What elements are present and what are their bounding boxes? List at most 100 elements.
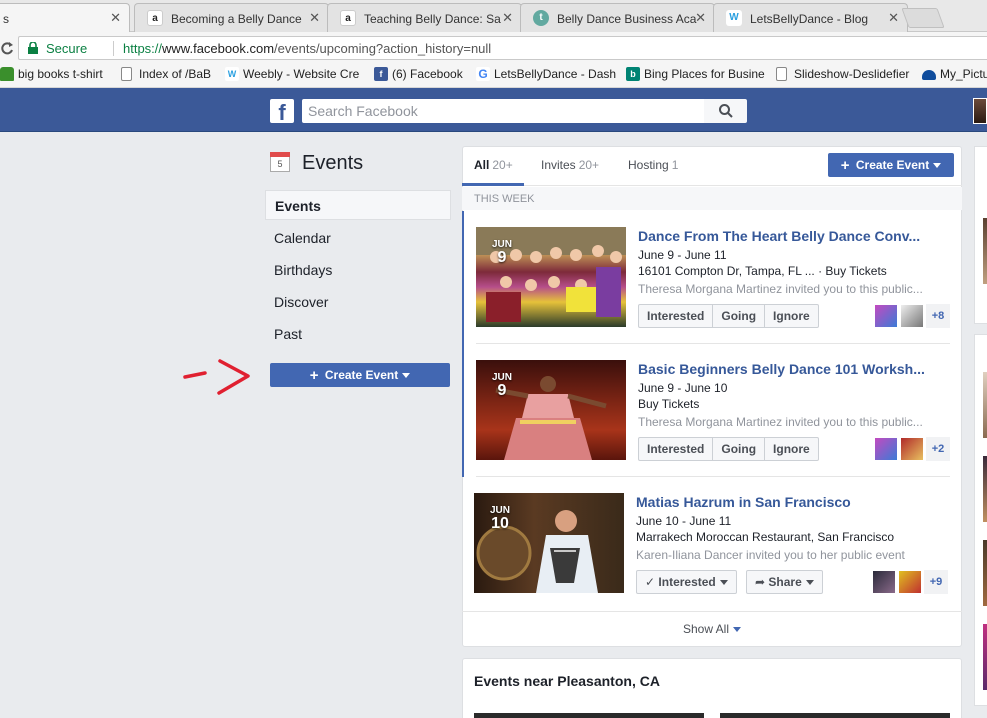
right-sidebar-thumbnail[interactable]	[983, 218, 987, 284]
bookmark-label: Bing Places for Busine	[644, 67, 765, 81]
lock-icon	[28, 42, 38, 54]
section-title: Events near Pleasanton, CA	[474, 673, 660, 689]
reload-icon[interactable]	[0, 38, 14, 58]
bookmark-label: LetsBellyDance - Dash	[494, 67, 617, 81]
facebook-logo-icon[interactable]: f	[270, 99, 294, 123]
new-tab-button[interactable]	[901, 8, 945, 28]
interested-button[interactable]: Interested	[639, 438, 714, 460]
amazon-icon: a	[147, 10, 163, 26]
address-bar[interactable]: Secure https://www.facebook.com/events/u…	[18, 36, 987, 60]
sidebar-item-calendar[interactable]: Calendar	[265, 222, 451, 252]
tab-close-icon[interactable]: ✕	[502, 10, 513, 26]
event-date-badge: JUN 10	[490, 505, 511, 532]
right-sidebar-thumbnail[interactable]	[983, 624, 987, 690]
interested-dropdown[interactable]: ✓ Interested	[636, 570, 737, 594]
bookmark-label: Index of /BaB	[139, 67, 212, 81]
bookmark-item[interactable]: Index of /BaB	[121, 67, 211, 83]
event-photo[interactable]: JUN 9	[476, 360, 626, 460]
browser-tab[interactable]: W LetsBellyDance - Blog ✕	[713, 3, 908, 32]
tab-close-icon[interactable]: ✕	[888, 10, 899, 26]
event-row[interactable]: JUN 10 Matias Hazrum in San Francisco Jun…	[462, 477, 962, 610]
bookmark-item[interactable]: G LetsBellyDance - Dash	[476, 67, 616, 83]
sidebar-item-discover[interactable]: Discover	[265, 286, 451, 316]
bookmark-label: (6) Facebook	[392, 67, 463, 81]
url-text[interactable]: https://www.facebook.com/events/upcoming…	[123, 41, 491, 56]
event-photo[interactable]: JUN 9	[476, 227, 626, 327]
friend-avatar	[872, 570, 896, 594]
share-icon: ➦	[755, 575, 766, 589]
omnibox-divider	[113, 41, 114, 56]
search-input[interactable]: Search Facebook	[302, 99, 704, 123]
weebly-icon: W	[726, 10, 742, 26]
button-label: Create Event	[855, 158, 930, 172]
event-invite-text: Theresa Morgana Martinez invited you to …	[638, 282, 923, 296]
event-photo[interactable]: JUN 10	[474, 493, 624, 593]
ignore-button[interactable]: Ignore	[765, 305, 818, 327]
going-button[interactable]: Going	[713, 305, 766, 327]
bookmark-label: big books t-shirt	[18, 67, 103, 81]
browser-tab-active[interactable]: s ✕	[0, 3, 130, 32]
tab-all[interactable]: All 20+	[474, 158, 513, 172]
right-sidebar-thumbnail[interactable]	[983, 372, 987, 438]
chevron-down-icon	[733, 627, 742, 633]
avatar[interactable]	[973, 98, 987, 124]
weebly-icon: W	[225, 67, 239, 81]
event-title[interactable]: Dance From The Heart Belly Dance Conv...	[638, 228, 938, 244]
bookmark-item[interactable]: b Bing Places for Busine	[626, 67, 765, 83]
sidebar-item-events[interactable]: Events	[265, 190, 451, 220]
tab-label: Becoming a Belly Dance	[171, 12, 302, 26]
friend-avatar	[874, 304, 898, 328]
page-title: Events	[302, 152, 364, 174]
sidebar-item-birthdays[interactable]: Birthdays	[265, 254, 451, 284]
bookmark-item[interactable]: big books t-shirt	[0, 67, 103, 83]
right-sidebar-thumbnail[interactable]	[983, 456, 987, 522]
event-date-badge: JUN 9	[492, 372, 513, 399]
tab-invites[interactable]: Invites 20+	[541, 158, 599, 172]
share-dropdown[interactable]: ➦ Share	[746, 570, 823, 594]
event-row[interactable]: JUN 9 Dance From The Heart Belly Dance Co…	[462, 211, 962, 344]
event-title[interactable]: Matias Hazrum in San Francisco	[636, 494, 936, 510]
ignore-button[interactable]: Ignore	[765, 438, 818, 460]
buy-tickets-link[interactable]: Buy Tickets	[638, 397, 938, 411]
tab-close-icon[interactable]: ✕	[695, 10, 706, 26]
tab-close-icon[interactable]: ✕	[309, 10, 320, 26]
chevron-down-icon	[933, 163, 942, 169]
event-title[interactable]: Basic Beginners Belly Dance 101 Worksh..…	[638, 361, 938, 377]
section-label: THIS WEEK	[462, 187, 962, 210]
onedrive-icon	[922, 70, 936, 80]
bookmark-item[interactable]: f (6) Facebook	[374, 67, 463, 83]
tab-hosting[interactable]: Hosting 1	[628, 158, 678, 172]
event-row[interactable]: JUN 9 Basic Beginners Belly Dance 101 Wor…	[462, 344, 962, 477]
browser-tab[interactable]: a Becoming a Belly Dance ✕	[134, 3, 329, 32]
event-dates: June 9 - June 10	[638, 381, 728, 395]
interested-button[interactable]: Interested	[639, 305, 714, 327]
browser-tab[interactable]: a Teaching Belly Dance: Sa ✕	[327, 3, 522, 32]
chevron-down-icon	[402, 373, 411, 379]
more-friends-count: +2	[926, 437, 950, 461]
button-label: Interested	[658, 575, 716, 589]
create-event-button[interactable]: + Create Event	[828, 153, 954, 177]
teachable-icon: t	[533, 10, 549, 26]
google-icon: G	[476, 67, 490, 81]
show-all-link[interactable]: Show All	[462, 611, 962, 647]
search-button[interactable]	[704, 99, 747, 123]
bookmark-label: Weebly - Website Cre	[243, 67, 360, 81]
going-button[interactable]: Going	[713, 438, 766, 460]
bookmark-item[interactable]: Slideshow-Deslidefier	[776, 67, 909, 83]
bookmark-label: My_Pictu	[940, 67, 987, 81]
page-icon	[121, 67, 132, 81]
tab-label: s	[3, 12, 9, 26]
sidebar-create-event-button[interactable]: + Create Event	[270, 363, 450, 387]
bing-icon: b	[626, 67, 640, 81]
bookmark-item[interactable]: W Weebly - Website Cre	[225, 67, 359, 83]
sidebar-item-past[interactable]: Past	[265, 318, 451, 348]
calendar-icon: 5	[270, 152, 290, 172]
bookmark-item[interactable]: My_Pictu	[922, 67, 987, 83]
rsvp-button-group: Interested Going Ignore	[638, 304, 819, 328]
show-all-label: Show All	[682, 622, 730, 636]
tab-close-icon[interactable]: ✕	[110, 10, 121, 26]
nearby-event-thumbnail[interactable]	[720, 713, 950, 718]
browser-tab[interactable]: t Belly Dance Business Aca ✕	[520, 3, 715, 32]
right-sidebar-thumbnail[interactable]	[983, 540, 987, 606]
nearby-event-thumbnail[interactable]	[474, 713, 704, 718]
